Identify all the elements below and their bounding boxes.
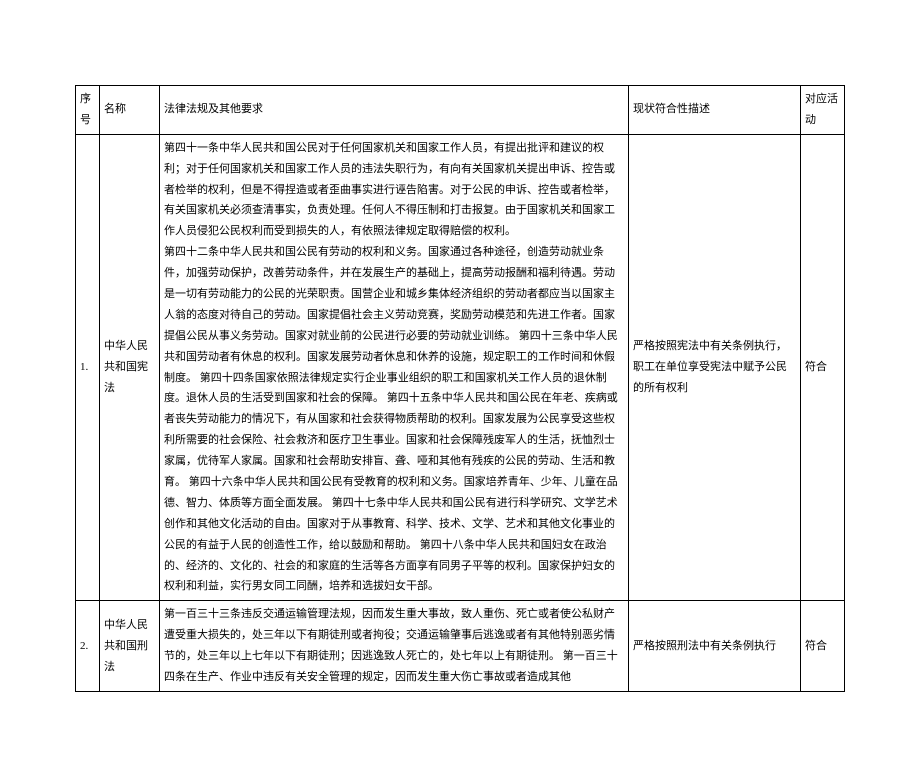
header-status: 现状符合性描述 [629,86,801,135]
cell-name: 中华人民共和国宪法 [100,134,160,601]
regulation-table: 序号 名称 法律法规及其他要求 现状符合性描述 对应活动 1. 中华人民共和国宪… [75,85,845,692]
cell-seq: 2. [76,601,100,692]
table-header-row: 序号 名称 法律法规及其他要求 现状符合性描述 对应活动 [76,86,845,135]
cell-status: 严格按照刑法中有关条例执行 [629,601,801,692]
cell-action: 符合 [801,134,845,601]
cell-action: 符合 [801,601,845,692]
cell-name: 中华人民共和国刑法 [100,601,160,692]
header-name: 名称 [100,86,160,135]
table-row: 1. 中华人民共和国宪法 第四十一条中华人民共和国公民对于任何国家机关和国家工作… [76,134,845,601]
cell-status: 严格按照宪法中有关条例执行，职工在单位享受宪法中赋予公民的所有权利 [629,134,801,601]
cell-content: 第一百三十三条违反交通运输管理法规，因而发生重大事故，致人重伤、死亡或者使公私财… [160,601,629,692]
header-content: 法律法规及其他要求 [160,86,629,135]
header-action: 对应活动 [801,86,845,135]
cell-content: 第四十一条中华人民共和国公民对于任何国家机关和国家工作人员，有提出批评和建议的权… [160,134,629,601]
cell-seq: 1. [76,134,100,601]
header-seq: 序号 [76,86,100,135]
table-row: 2. 中华人民共和国刑法 第一百三十三条违反交通运输管理法规，因而发生重大事故，… [76,601,845,692]
